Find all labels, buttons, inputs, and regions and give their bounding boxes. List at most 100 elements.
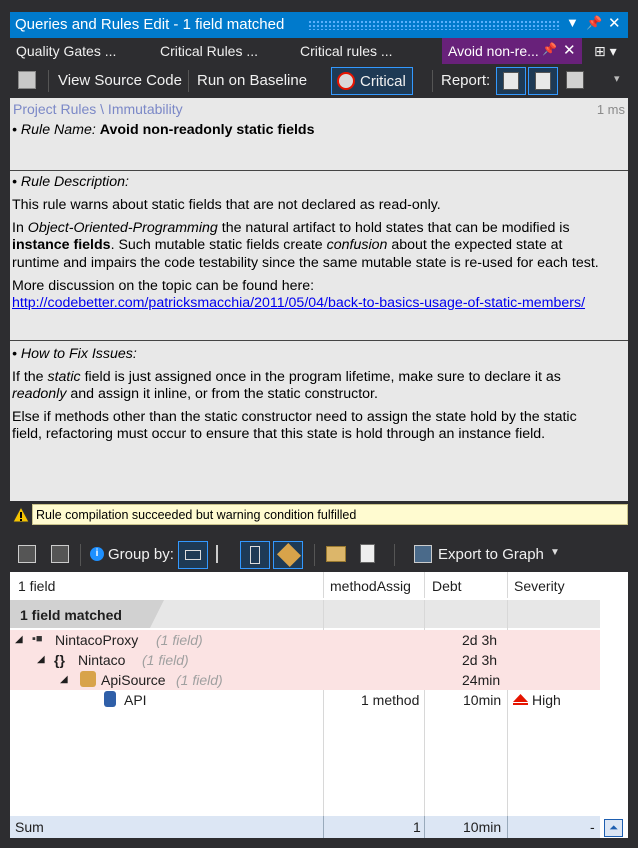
assembly-icon: ▪■ [32,633,43,645]
row-count: (1 field) [156,632,203,648]
toolbar-separator [188,70,189,92]
close-tab-icon[interactable]: ✕ [563,41,576,59]
report-settings-icon[interactable] [566,71,584,89]
text-fragment: instance fields [12,237,111,253]
row-debt: 2d 3h [462,652,498,668]
critical-gear-icon [337,72,355,90]
expand-toggle-icon[interactable]: ◢ [37,654,45,665]
folder-icon[interactable] [326,546,346,562]
description-text: More discussion on the topic can be foun… [12,278,315,294]
tab-label: Critical Rules ... [160,43,259,59]
column-separator[interactable] [323,572,324,598]
expand-all-icon[interactable] [18,545,36,563]
compilation-status-message: Rule compilation succeeded but warning c… [32,504,628,525]
severity-high-icon [513,694,528,705]
reference-link[interactable]: http://codebetter.com/patricksmacchia/20… [12,295,585,311]
overflow-chevron-icon[interactable]: ▾ [614,72,620,85]
class-icon [80,671,96,687]
text-fragment: If the [12,369,48,385]
description-text: runtime and impairs the code testability… [12,255,599,271]
column-separator[interactable] [507,572,508,598]
toolbar-separator [48,70,49,92]
warning-icon [12,506,30,523]
text-fragment: Object-Oriented-Programming [27,220,218,236]
column-header-name[interactable]: 1 field [18,578,55,594]
report-label: Report: [441,72,491,89]
pin-icon[interactable]: 📌 [586,15,602,31]
report-document-icon [503,72,519,90]
group-tree-icon[interactable] [216,545,232,563]
group-label[interactable]: 1 field matched [10,600,164,628]
reference-link-line: http://codebetter.com/patricksmacchia/20… [12,295,624,312]
row-name: NintacoProxy [55,632,139,648]
tab-quality-gates[interactable]: Quality Gates ... [10,38,150,64]
description-text: This rule warns about static fields that… [12,197,441,213]
graph-icon [414,545,432,563]
group-header: 1 field matched [10,600,600,628]
window-title: Queries and Rules Edit - 1 field matched [15,16,285,33]
tab-avoid-non-readonly[interactable]: Avoid non-re... 📌 ✕ [442,38,582,64]
collapse-all-icon[interactable] [51,545,69,563]
text-fragment: In [12,220,28,236]
column-separator[interactable] [424,572,425,598]
row-name: ApiSource [101,672,166,688]
group-by-type-button[interactable] [178,541,208,569]
group-by-label: Group by: [108,546,174,563]
rule-description-heading: • Rule Description: [12,174,624,191]
report-export-button[interactable] [528,67,558,95]
divider [10,340,628,341]
field-icon [104,691,116,707]
export-to-graph-button[interactable]: Export to Graph [438,546,544,563]
close-icon[interactable]: ✕ [608,14,621,32]
text-fragment: and assign it inline, or from the static… [66,386,378,402]
view-source-code-button[interactable]: View Source Code [58,72,182,89]
column-header-severity[interactable]: Severity [514,578,565,594]
breadcrumb[interactable]: Project Rules \ Immutability [13,101,183,118]
row-severity: High [532,692,561,708]
info-icon: i [90,547,104,561]
text-fragment: field is just assigned once in the progr… [80,369,561,385]
dropdown-arrow-icon[interactable]: ▼ [566,15,579,30]
column-header-debt[interactable]: Debt [432,578,462,594]
export-dropdown-icon[interactable]: ▼ [550,547,560,558]
group-namespace-icon [276,542,302,568]
expand-toggle-icon[interactable]: ◢ [60,674,68,685]
column-header-method-assign[interactable]: methodAssig [330,578,411,594]
table-row[interactable]: ◢ ▪■ NintacoProxy (1 field) 2d 3h [10,630,600,650]
rule-name: Avoid non-readonly static fields [99,122,315,138]
elapsed-time: 1 ms [596,102,625,117]
group-by-assembly-button[interactable] [240,541,270,569]
fix-text: readonly and assign it inline, or from t… [12,386,624,403]
scroll-to-top-icon[interactable]: ⏶ [604,819,623,837]
tab-critical-rules-2[interactable]: Critical rules ... [294,38,440,64]
title-grip[interactable] [308,20,560,30]
tab-critical-rules[interactable]: Critical Rules ... [154,38,294,64]
pin-icon[interactable]: 📌 [542,42,557,56]
text-fragment: about the expected state at [387,237,563,253]
group-assembly-icon [250,546,260,564]
report-html-button[interactable] [496,67,526,95]
table-row[interactable]: ◢ {} Nintaco (1 field) 2d 3h [10,650,600,670]
toolbar-separator [314,544,315,566]
expand-toggle-icon[interactable]: ◢ [15,634,23,645]
group-by-namespace-button[interactable] [273,541,303,569]
fix-text: If the static field is just assigned onc… [12,369,624,386]
sum-debt: 10min [463,819,502,835]
row-count: (1 field) [142,652,189,668]
critical-toggle-button[interactable]: Critical [331,67,413,95]
critical-label: Critical [360,73,406,90]
results-grid: 1 field methodAssig Debt Severity 1 fiel… [10,572,600,838]
table-row[interactable]: ◢ ApiSource (1 field) 24min [10,670,600,690]
new-tab-dropdown[interactable]: ⊞ ▾ [588,38,628,64]
divider [10,170,628,171]
sum-label: Sum [15,819,44,835]
document-icon[interactable] [360,544,375,563]
run-on-baseline-button[interactable]: Run on Baseline [197,72,307,89]
column-divider [424,816,425,838]
grid-side-bar: ⏶ [600,572,628,838]
toolbar-separator [432,70,433,92]
table-row[interactable]: API 1 method 10min High [10,690,600,710]
save-icon[interactable] [18,71,36,89]
row-method-assign: 1 method [361,692,420,708]
toolbar-separator [394,544,395,566]
